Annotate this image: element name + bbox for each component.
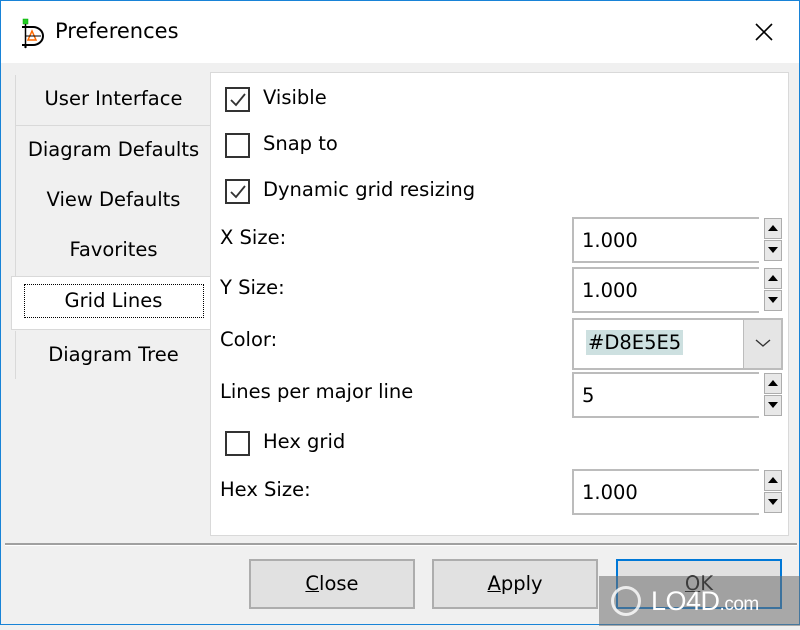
color-dropdown[interactable]: #D8E5E5: [572, 318, 783, 370]
tab-label: Favorites: [69, 238, 158, 261]
chevron-down-icon: [755, 339, 771, 347]
tab-view-defaults[interactable]: View Defaults: [15, 176, 211, 227]
lines-per-major-label: Lines per major line: [220, 380, 414, 403]
checkmark-icon: [230, 185, 246, 199]
hex-size-label: Hex Size:: [220, 478, 311, 501]
arrow-down-icon: [768, 297, 778, 303]
lines-per-major-input[interactable]: [572, 372, 759, 418]
title-bar: Preferences: [1, 1, 799, 63]
tab-label: View Defaults: [46, 188, 181, 211]
hex-size-spinner[interactable]: [572, 469, 784, 515]
snap-to-label: Snap to: [263, 132, 338, 155]
hex-size-increment[interactable]: [764, 470, 782, 491]
color-value: #D8E5E5: [586, 330, 684, 355]
watermark: LO4D.com: [599, 576, 800, 626]
dynamic-resizing-label: Dynamic grid resizing: [263, 178, 476, 201]
x-size-spinner[interactable]: [572, 217, 784, 263]
arrow-up-icon: [768, 380, 778, 386]
arrow-down-icon: [768, 499, 778, 505]
tab-diagram-tree[interactable]: Diagram Tree: [15, 331, 211, 379]
arrow-up-icon: [768, 275, 778, 281]
drawing-app-icon: [22, 18, 44, 49]
visible-label: Visible: [263, 86, 327, 109]
globe-icon: [611, 586, 641, 616]
arrow-up-icon: [768, 225, 778, 231]
checkbox-box[interactable]: [225, 179, 250, 204]
footer-divider-highlight: [5, 545, 797, 546]
hex-size-input[interactable]: [572, 469, 759, 515]
tab-favorites[interactable]: Favorites: [15, 226, 211, 277]
x-size-label: X Size:: [220, 226, 287, 249]
close-icon[interactable]: [749, 17, 779, 47]
hex-size-decrement[interactable]: [764, 492, 782, 513]
y-size-spinner[interactable]: [572, 267, 784, 313]
watermark-brand: LO4D: [651, 586, 720, 616]
arrow-up-icon: [768, 477, 778, 483]
tab-label: User Interface: [44, 87, 183, 110]
watermark-suffix: .com: [719, 594, 760, 615]
lines-per-major-decrement[interactable]: [764, 395, 782, 416]
color-label: Color:: [220, 328, 278, 351]
mnemonic: A: [487, 572, 501, 595]
checkbox-box[interactable]: [225, 87, 250, 112]
mnemonic: C: [305, 572, 320, 595]
tab-user-interface[interactable]: User Interface: [15, 75, 211, 126]
button-label: lose: [319, 572, 359, 595]
hex-grid-label: Hex grid: [263, 430, 346, 453]
apply-button[interactable]: Apply: [432, 559, 598, 609]
preferences-dialog: Preferences User Interface Diagram Defau…: [0, 0, 800, 626]
tab-label: Grid Lines: [23, 284, 204, 318]
checkmark-icon: [230, 93, 246, 107]
tab-label: Diagram Defaults: [27, 138, 200, 161]
tab-label: Diagram Tree: [48, 343, 179, 366]
button-label: pply: [500, 572, 543, 595]
x-size-input[interactable]: [572, 217, 759, 263]
y-size-label: Y Size:: [220, 276, 285, 299]
y-size-decrement[interactable]: [764, 290, 782, 311]
checkbox-box[interactable]: [225, 431, 250, 456]
color-dropdown-button[interactable]: [743, 320, 781, 368]
tab-grid-lines[interactable]: Grid Lines: [11, 276, 215, 330]
lines-per-major-spinner[interactable]: [572, 372, 784, 418]
x-size-increment[interactable]: [764, 218, 782, 239]
close-button[interactable]: Close: [249, 559, 415, 609]
y-size-input[interactable]: [572, 267, 759, 313]
lines-per-major-increment[interactable]: [764, 373, 782, 394]
arrow-down-icon: [768, 402, 778, 408]
dialog-title: Preferences: [55, 19, 179, 43]
arrow-down-icon: [768, 247, 778, 253]
y-size-increment[interactable]: [764, 268, 782, 289]
grid-lines-panel: Visible Snap to Dynamic grid resizing X …: [210, 72, 789, 536]
tab-diagram-defaults[interactable]: Diagram Defaults: [15, 126, 211, 177]
checkbox-box[interactable]: [225, 133, 250, 158]
x-size-decrement[interactable]: [764, 240, 782, 261]
